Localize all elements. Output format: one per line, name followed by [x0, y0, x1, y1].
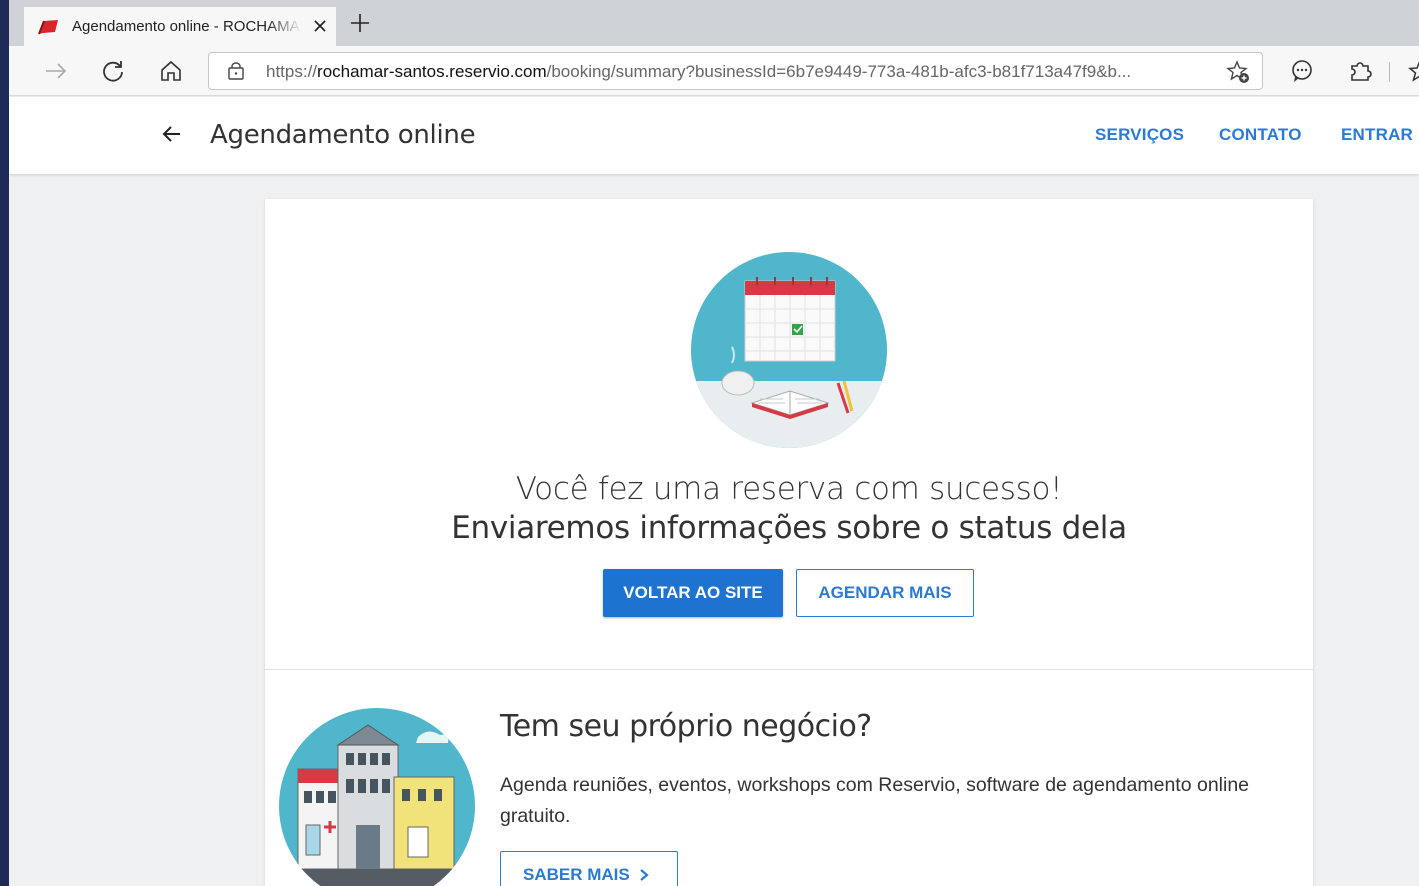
arrow-left-icon[interactable] [161, 123, 183, 145]
extensions-puzzle-icon[interactable] [1347, 58, 1373, 84]
promo-title: Tem seu próprio negócio? [500, 709, 872, 744]
tab-strip: Agendamento online - ROCHAMAR [9, 0, 1419, 46]
add-favorite-icon[interactable] [1226, 60, 1250, 84]
home-icon[interactable] [158, 58, 184, 84]
address-bar[interactable]: https://rochamar-santos.reservio.com/boo… [208, 52, 1263, 90]
url-domain: rochamar-santos.reservio.com [317, 62, 547, 81]
forward-arrow-icon[interactable] [43, 58, 69, 84]
page-info-icon[interactable] [227, 62, 245, 80]
url-text: https://rochamar-santos.reservio.com/boo… [266, 62, 1206, 82]
nav-login[interactable]: ENTRAR [1341, 125, 1413, 145]
back-to-site-button[interactable]: VOLTAR AO SITE [603, 569, 783, 617]
browser-tab[interactable]: Agendamento online - ROCHAMAR [24, 7, 336, 46]
close-icon[interactable] [310, 16, 330, 36]
nav-services[interactable]: SERVIÇOS [1095, 125, 1184, 145]
url-prefix: https:// [266, 62, 318, 81]
refresh-icon[interactable] [100, 58, 126, 84]
page-title: Agendamento online [210, 120, 476, 150]
chevron-right-icon [640, 869, 649, 881]
success-message: Você fez uma reserva com sucesso! [515, 471, 1063, 507]
section-divider [265, 669, 1313, 670]
learn-more-button[interactable]: SABER MAIS [500, 851, 678, 886]
calendar-illustration [691, 252, 887, 448]
new-tab-plus-icon[interactable] [349, 12, 371, 34]
status-info-message: Enviaremos informações sobre o status de… [451, 510, 1127, 546]
favorites-star-icon[interactable] [1407, 58, 1419, 84]
confirmation-card: Você fez uma reserva com sucesso! Enviar… [265, 199, 1313, 886]
chat-extension-icon[interactable] [1289, 58, 1315, 84]
reservio-flag-icon [38, 19, 58, 34]
site-header: Agendamento online SERVIÇOS CONTATO ENTR… [9, 97, 1419, 174]
url-path: /booking/summary?businessId=6b7e9449-773… [546, 62, 1132, 81]
town-buildings-illustration [279, 708, 475, 886]
nav-contact[interactable]: CONTATO [1219, 125, 1302, 145]
web-page: Agendamento online SERVIÇOS CONTATO ENTR… [9, 97, 1419, 886]
tab-title: Agendamento online - ROCHAMAR [72, 18, 302, 35]
toolbar-separator [1389, 62, 1390, 82]
learn-more-label: SABER MAIS [523, 865, 630, 884]
promo-description: Agenda reuniões, eventos, workshops com … [500, 774, 1250, 827]
book-more-button[interactable]: AGENDAR MAIS [796, 569, 974, 617]
browser-window: Agendamento online - ROCHAMAR https://ro… [9, 0, 1419, 886]
browser-toolbar: https://rochamar-santos.reservio.com/boo… [9, 46, 1419, 96]
